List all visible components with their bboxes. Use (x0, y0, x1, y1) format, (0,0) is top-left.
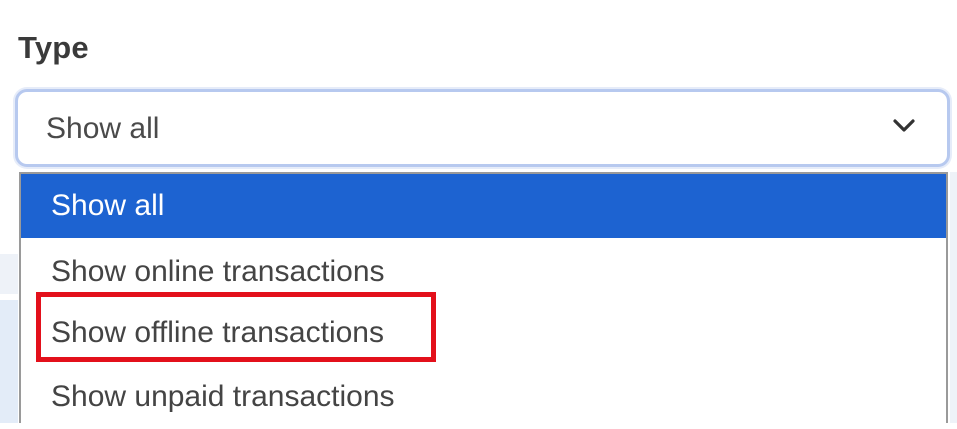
option-show-offline-transactions[interactable]: Show offline transactions (21, 301, 946, 365)
background-strip (950, 172, 957, 423)
type-dropdown-list: Show all Show online transactions Show o… (19, 172, 948, 423)
type-select-value: Show all (46, 112, 160, 145)
background-strip (0, 300, 18, 423)
type-field-label: Type (18, 30, 89, 65)
type-select[interactable]: Show all (15, 89, 950, 167)
chevron-down-icon[interactable] (891, 116, 917, 136)
background-strip (0, 254, 18, 294)
option-show-unpaid-transactions[interactable]: Show unpaid transactions (21, 365, 946, 429)
option-show-all[interactable]: Show all (21, 174, 946, 238)
option-show-online-transactions[interactable]: Show online transactions (21, 240, 946, 304)
